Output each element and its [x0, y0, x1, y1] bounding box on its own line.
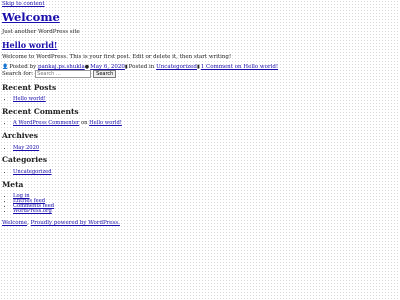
wordpress-org-link[interactable]: WordPress.org — [13, 208, 52, 214]
site-title: Welcome — [2, 10, 60, 24]
footer-site-link[interactable]: Welcome — [2, 220, 27, 226]
posted-in-label: Posted in — [128, 64, 155, 70]
comments-link[interactable]: 1 Comment on Hello world! — [201, 64, 278, 70]
meta-title: Meta — [2, 180, 24, 189]
comment-author-link[interactable]: A WordPress Commenter — [13, 120, 79, 126]
archives-list: May 2020 — [2, 145, 39, 151]
archives-title: Archives — [2, 131, 38, 140]
archive-link[interactable]: May 2020 — [13, 145, 39, 151]
list-item: Hello world! — [13, 96, 46, 102]
categories-list: Uncategorized — [2, 169, 52, 175]
category-link[interactable]: Uncategorized — [156, 64, 197, 70]
list-item: May 2020 — [13, 145, 39, 151]
search-button[interactable]: Search — [93, 70, 117, 78]
post-title: Hello world! — [2, 40, 57, 50]
search-input[interactable] — [35, 70, 92, 78]
recent-posts-title: Recent Posts — [2, 83, 57, 92]
site-tagline: Just another WordPress site — [2, 29, 80, 35]
list-item: WordPress.org — [13, 208, 54, 214]
skip-to-content-link[interactable]: Skip to content — [2, 1, 45, 7]
site-title-link[interactable]: Welcome — [2, 10, 60, 24]
meta-list: Log in Entries feed Comments feed WordPr… — [2, 193, 54, 214]
search-form: Search for: Search — [2, 70, 117, 78]
recent-posts-list: Hello world! — [2, 96, 46, 102]
post-title-link[interactable]: Hello world! — [2, 40, 57, 50]
powered-by-link[interactable]: Proudly powered by WordPress. — [31, 220, 120, 226]
site-footer: Welcome, Proudly powered by WordPress. — [2, 220, 120, 226]
comment-icon: ▮ — [196, 64, 200, 70]
recent-comments-title: Recent Comments — [2, 107, 79, 116]
category-widget-link[interactable]: Uncategorized — [13, 169, 52, 175]
recent-post-link[interactable]: Hello world! — [13, 96, 46, 102]
categories-title: Categories — [2, 155, 48, 164]
comment-post-link[interactable]: Hello world! — [89, 120, 122, 126]
list-item: A WordPress Commenter on Hello world! — [13, 120, 122, 126]
search-label: Search for: — [2, 71, 34, 77]
post-body: Welcome to WordPress. This is your first… — [2, 54, 232, 60]
recent-comments-list: A WordPress Commenter on Hello world! — [2, 120, 122, 126]
folder-icon: ▮ — [124, 64, 128, 70]
comment-on-label: on — [80, 120, 88, 126]
list-item: Uncategorized — [13, 169, 52, 175]
